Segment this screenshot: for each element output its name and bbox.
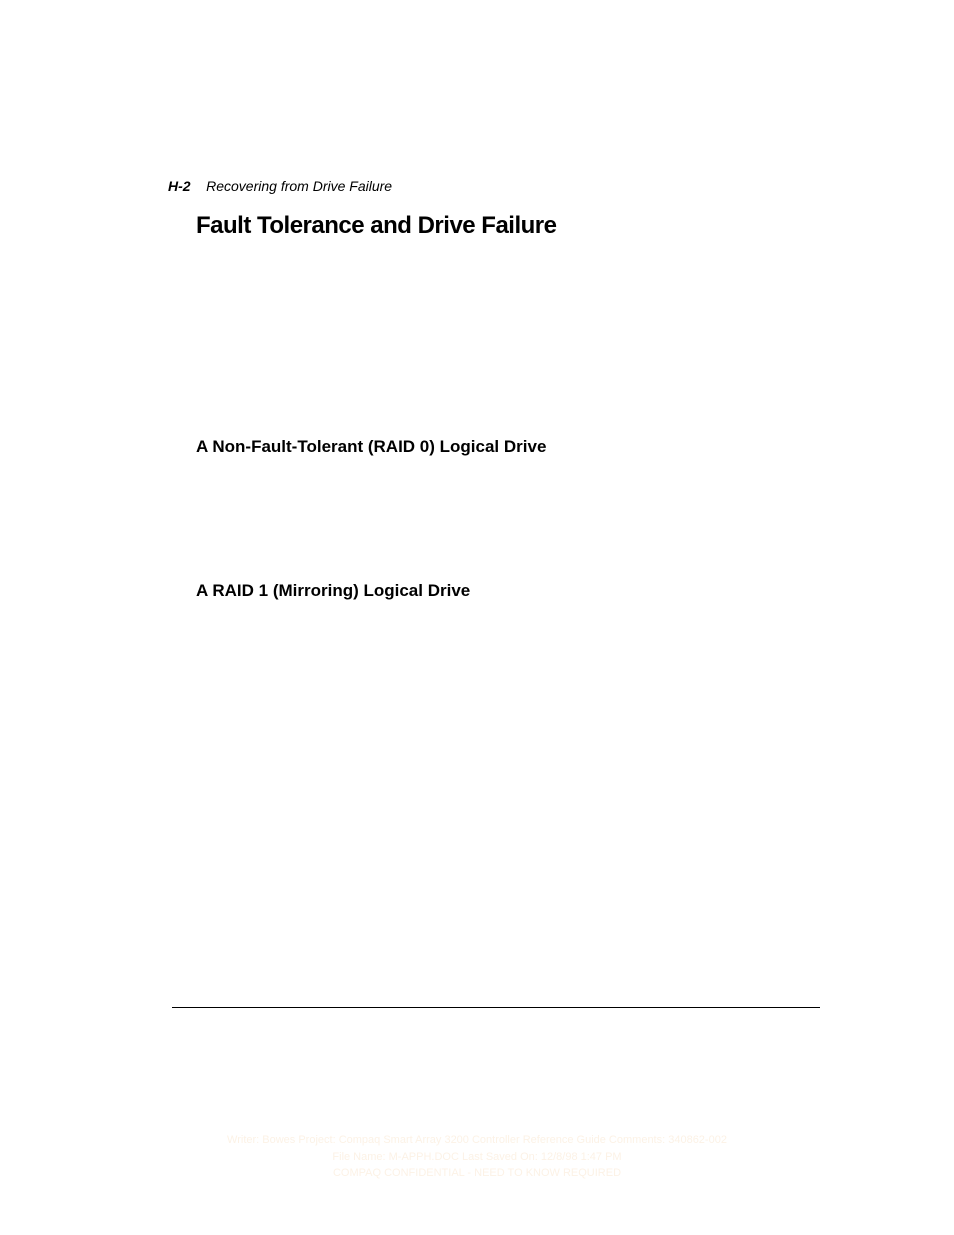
page-header: H-2 Recovering from Drive Failure xyxy=(168,178,392,194)
footer-rule xyxy=(172,1007,820,1008)
footer-line-1: Writer: Bowes Project: Compaq Smart Arra… xyxy=(0,1132,954,1149)
footer-text: Writer: Bowes Project: Compaq Smart Arra… xyxy=(0,1132,954,1182)
footer-line-2: File Name: M-APPH.DOC Last Saved On: 12/… xyxy=(0,1149,954,1166)
section-title: Fault Tolerance and Drive Failure xyxy=(196,212,557,240)
footer-line-3: COMPAQ CONFIDENTIAL - NEED TO KNOW REQUI… xyxy=(0,1165,954,1182)
chapter-title-text: Recovering from Drive Failure xyxy=(206,178,392,194)
page-number: H-2 xyxy=(168,178,191,194)
subsection-raid1-title: A RAID 1 (Mirroring) Logical Drive xyxy=(196,581,470,601)
chapter-title xyxy=(194,178,206,194)
subsection-raid0-title: A Non-Fault-Tolerant (RAID 0) Logical Dr… xyxy=(196,437,546,457)
